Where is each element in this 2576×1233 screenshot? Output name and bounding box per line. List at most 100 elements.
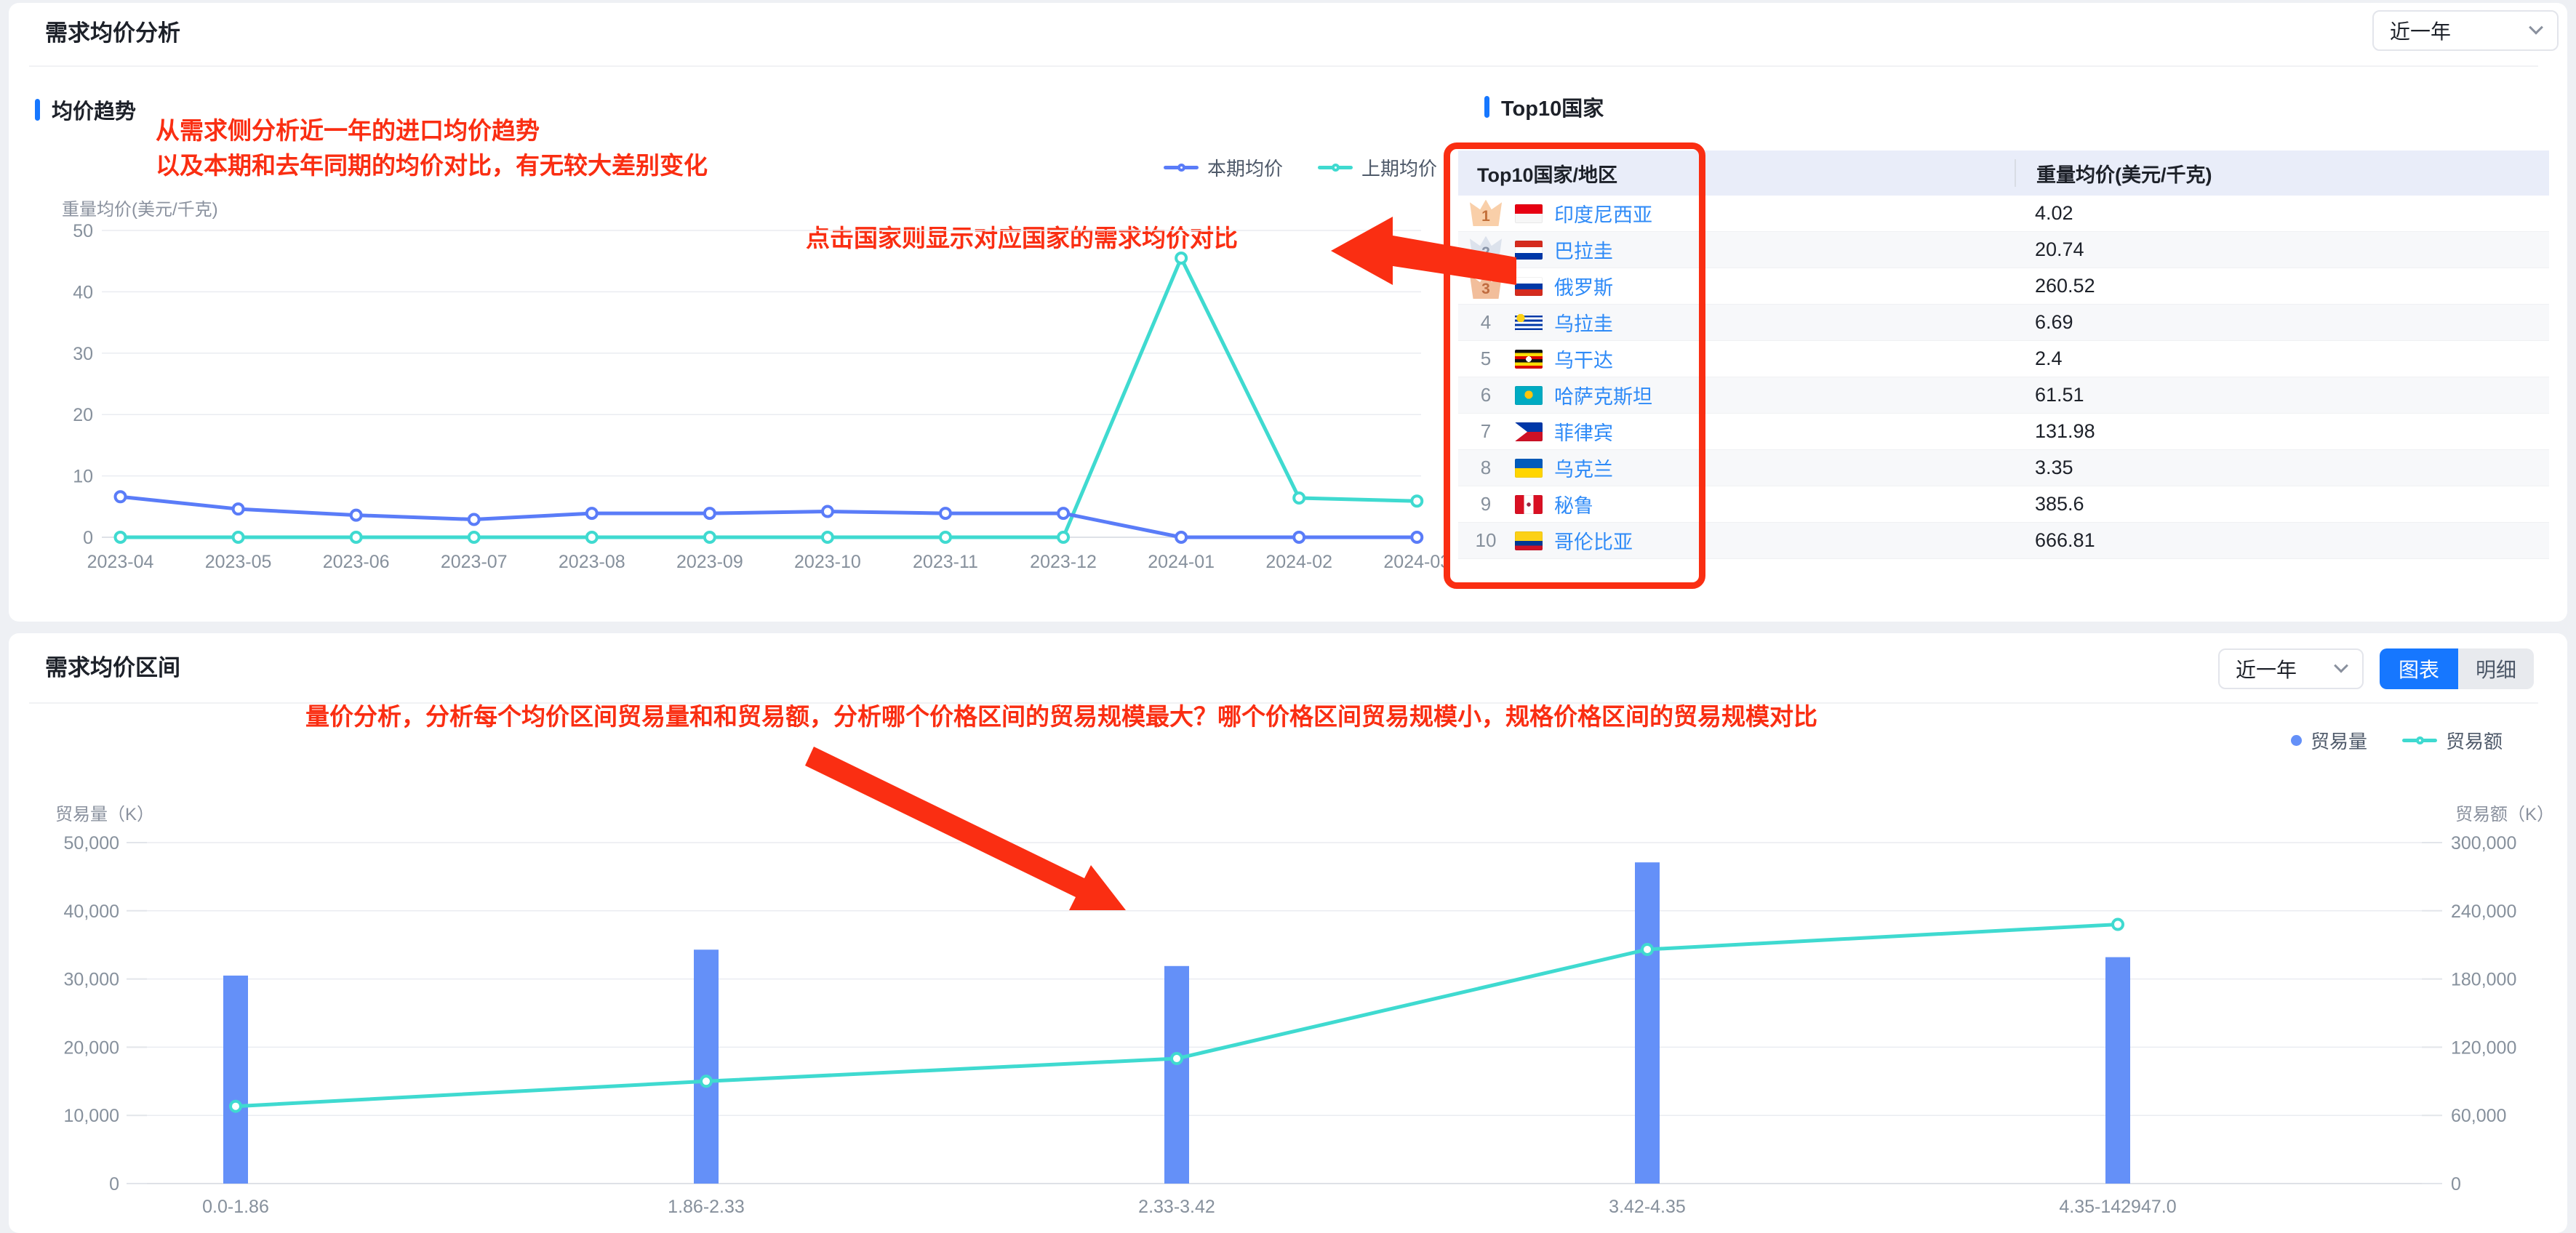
svg-text:30,000: 30,000 [64,970,119,990]
country-link[interactable]: 乌克兰 [1554,454,1613,482]
accent-bar-icon [35,99,40,121]
legend-item-current[interactable]: 本期均价 [1164,154,1283,181]
trend-subsection-header: 均价趋势 [35,95,136,125]
section1-time-range-select[interactable]: 近一年 [2372,10,2559,51]
svg-text:2024-01: 2024-01 [1148,552,1215,572]
table-row[interactable]: 4 乌拉圭 6.69 [1458,305,2549,341]
country-link[interactable]: 哈萨克斯坦 [1554,381,1652,409]
price-range-combo-chart: 贸易量（K） 贸易额（K） 0 0 10,000 60,000 20,000 120,000 3… [55,805,2554,1217]
svg-text:2023-10: 2023-10 [794,552,861,572]
chevron-down-icon [2529,20,2543,35]
table-row[interactable]: 5 乌干达 2.4 [1458,341,2549,377]
svg-text:2.33-3.42: 2.33-3.42 [1138,1197,1215,1217]
svg-text:2023-06: 2023-06 [323,552,390,572]
svg-text:重量均价(美元/千克): 重量均价(美元/千克) [62,200,218,220]
svg-text:120,000: 120,000 [2451,1037,2516,1058]
svg-text:2023-05: 2023-05 [205,552,272,572]
annotation-trend-note: 从需求侧分析近一年的进口均价趋势 以及本期和去年同期的均价对比，有无较大差别变化 [156,113,708,183]
svg-text:50,000: 50,000 [64,833,119,854]
country-link[interactable]: 菲律宾 [1554,417,1613,446]
section2-time-range-select[interactable]: 近一年 [2218,648,2364,689]
svg-text:2023-07: 2023-07 [441,552,508,572]
top10-col-country: Top10国家/地区 [1477,164,1618,186]
dot-marker-icon [2291,735,2302,746]
legend-previous-label: 上期均价 [1361,158,1438,180]
svg-text:20: 20 [73,405,93,425]
view-detail-button[interactable]: 明细 [2458,648,2534,689]
svg-text:2024-03: 2024-03 [1383,552,1450,572]
table-row[interactable]: 1 印度尼西亚 4.02 [1458,196,2549,232]
country-link[interactable]: 秘鲁 [1554,490,1593,518]
section2-title: 需求均价区间 [45,655,180,680]
flag-icon-ukraine [1515,458,1543,478]
svg-text:2023-12: 2023-12 [1030,552,1097,572]
svg-text:1.86-2.33: 1.86-2.33 [668,1197,745,1217]
svg-text:3.42-4.35: 3.42-4.35 [1609,1197,1686,1217]
flag-icon-paraguay [1515,240,1543,260]
avg-price-value: 260.52 [2035,275,2095,297]
flag-icon-indonesia [1515,204,1543,223]
flag-icon-russia [1515,276,1543,296]
table-row[interactable]: 6 哈萨克斯坦 61.51 [1458,377,2549,414]
section1-time-range-value: 近一年 [2390,20,2452,43]
svg-text:40: 40 [73,282,93,302]
svg-text:30: 30 [73,344,93,364]
svg-text:2023-11: 2023-11 [913,552,978,572]
legend-item-volume[interactable]: 贸易量 [2291,727,2367,754]
avg-price-value: 4.02 [2035,202,2073,224]
country-link[interactable]: 巴拉圭 [1554,236,1613,264]
rank-number: 6 [1480,384,1492,406]
country-link[interactable]: 乌干达 [1554,345,1613,373]
trend-line-chart: 重量均价(美元/千克) 0 10 20 30 40 50 2023-04 2023-05 2023… [62,200,1450,572]
country-link[interactable]: 哥伦比亚 [1554,526,1633,555]
flag-icon-colombia [1515,531,1543,550]
svg-text:0: 0 [83,528,93,548]
rank-number: 4 [1480,311,1492,333]
table-row[interactable]: 3 俄罗斯 260.52 [1458,268,2549,305]
svg-text:10: 10 [73,467,93,487]
trend-legend: 本期均价 上期均价 [1164,154,1437,181]
flag-icon-uruguay [1515,313,1543,332]
top10-subtitle: Top10国家 [1501,97,1604,121]
view-toggle: 图表 明细 [2380,648,2534,689]
legend-current-label: 本期均价 [1207,158,1284,180]
flag-icon-peru [1515,494,1543,514]
line-marker-icon [1318,164,1353,172]
country-link[interactable]: 俄罗斯 [1554,272,1613,300]
dashboard: 需求均价分析 近一年 均价趋势 从需求侧分析近一年的进口均价趋势 以及本期和去年… [0,0,2576,1233]
top10-table-body: 1 印度尼西亚 4.02 2 巴拉圭 20.74 3 俄罗斯 260.52 4 乌拉圭 6.69 5 乌干… [1458,196,2549,559]
legend-item-value[interactable]: 贸易额 [2402,727,2503,754]
rank-number: 10 [1475,529,1497,551]
avg-price-value: 131.98 [2035,420,2095,442]
avg-price-value: 3.35 [2035,457,2073,478]
annotation-price-range-note: 量价分析，分析每个均价区间贸易量和和贸易额，分析哪个价格区间的贸易规模最大？哪个… [305,703,1817,730]
svg-text:60,000: 60,000 [2451,1106,2506,1126]
legend-item-previous[interactable]: 上期均价 [1318,154,1437,181]
table-row[interactable]: 10 哥伦比亚 666.81 [1458,523,2549,559]
svg-text:贸易额（K）: 贸易额（K） [2455,805,2554,824]
trend-subtitle: 均价趋势 [52,100,137,124]
flag-icon-kazakhstan [1515,385,1543,405]
table-row[interactable]: 2 巴拉圭 20.74 [1458,232,2549,268]
country-link[interactable]: 印度尼西亚 [1554,199,1652,228]
svg-text:2023-08: 2023-08 [559,552,625,572]
svg-text:240,000: 240,000 [2451,901,2516,922]
svg-text:4.35-142947.0: 4.35-142947.0 [2059,1197,2176,1217]
table-row[interactable]: 8 乌克兰 3.35 [1458,450,2549,486]
line-marker-icon [1164,164,1199,172]
rank-number: 9 [1480,493,1492,515]
rank-medal-icon: 1 [1469,199,1503,226]
annotation-trend-note-line2: 以及本期和去年同期的均价对比，有无较大差别变化 [156,152,708,179]
country-link[interactable]: 乌拉圭 [1554,308,1613,337]
svg-text:50: 50 [73,221,93,241]
svg-text:40,000: 40,000 [64,901,119,922]
view-chart-button[interactable]: 图表 [2380,648,2458,689]
svg-text:0: 0 [2451,1174,2461,1194]
annotation-trend-note-line1: 从需求侧分析近一年的进口均价趋势 [156,117,540,144]
top10-table-header: Top10国家/地区 重量均价(美元/千克) [1458,150,2549,196]
table-row[interactable]: 9 秘鲁 385.6 [1458,486,2549,523]
rank-number: 8 [1480,457,1492,478]
price-range-legend: 贸易量 贸易额 [2291,727,2503,754]
table-row[interactable]: 7 菲律宾 131.98 [1458,414,2549,450]
section1-divider [29,65,2538,67]
